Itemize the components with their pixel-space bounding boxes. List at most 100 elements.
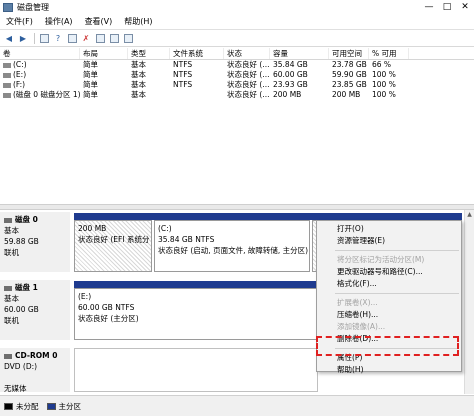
show-pane-icon[interactable] bbox=[66, 33, 78, 44]
capacity-cell: 35.84 GB bbox=[273, 60, 308, 69]
disk-status: 联机 bbox=[4, 248, 19, 257]
status-bar: 未分配 主分区 bbox=[0, 395, 474, 416]
menu-bar: 文件(F) 操作(A) 查看(V) 帮助(H) bbox=[0, 14, 474, 30]
capacity-cell: 60.00 GB bbox=[273, 70, 308, 79]
type-cell: 基本 bbox=[131, 80, 146, 89]
volume-name: (F:) bbox=[13, 80, 26, 89]
percent-free-cell: 100 % bbox=[372, 90, 396, 99]
layout-cell: 简单 bbox=[83, 70, 98, 79]
toolbar: ◀ ▶ ? ✗ bbox=[0, 30, 474, 47]
checklist-icon[interactable] bbox=[94, 33, 106, 44]
disk-icon bbox=[4, 217, 12, 223]
cdrom-icon bbox=[4, 353, 12, 359]
volume-cell: (磁盘 0 磁盘分区 1) bbox=[0, 90, 80, 100]
menu-help[interactable]: 帮助(H) bbox=[317, 364, 461, 376]
legend-unallocated: 未分配 bbox=[16, 401, 39, 411]
percent-free-cell: 100 % bbox=[372, 80, 396, 89]
menu-mark-active: 将分区标记为活动分区(M) bbox=[337, 255, 425, 264]
volume-name: (C:) bbox=[13, 60, 27, 69]
partition-status: 状态良好 (主分区) bbox=[78, 314, 139, 323]
disk-name: 磁盘 0 bbox=[15, 215, 38, 224]
delete-icon[interactable]: ✗ bbox=[80, 33, 92, 44]
header-percent-free[interactable]: % 可用 bbox=[369, 48, 409, 59]
type-cell: 基本 bbox=[131, 70, 146, 79]
menu-format[interactable]: 格式化(F)... bbox=[317, 278, 461, 290]
table-row[interactable]: (F:) 简单 基本 NTFS 状态良好 (... 23.93 GB 23.85… bbox=[0, 80, 474, 90]
menu-explorer[interactable]: 资源管理器(E) bbox=[317, 235, 461, 247]
partition-status: 状态良好 (启动, 页面文件, 故障转储, 主分区) bbox=[158, 246, 309, 255]
disk-status: 无媒体 bbox=[4, 384, 27, 393]
disk-1-label[interactable]: 磁盘 1 基本 60.00 GB 联机 bbox=[0, 280, 70, 340]
forward-icon[interactable]: ▶ bbox=[17, 33, 29, 44]
list-view-icon[interactable] bbox=[122, 33, 134, 44]
disk-type: DVD (D:) bbox=[4, 362, 38, 371]
minimize-button[interactable]: — bbox=[420, 0, 438, 14]
cdrom-label[interactable]: CD-ROM 0 DVD (D:) 无媒体 bbox=[0, 348, 70, 393]
type-cell: 基本 bbox=[131, 60, 146, 69]
drive-icon bbox=[3, 92, 11, 98]
menu-action[interactable]: 操作(A) bbox=[39, 14, 79, 30]
menu-open[interactable]: 打开(O) bbox=[317, 223, 461, 235]
volume-table: 卷 布局 类型 文件系统 状态 容量 可用空间 % 可用 (C:) 简单 基本 … bbox=[0, 48, 474, 204]
filesystem-cell: NTFS bbox=[173, 70, 193, 79]
partition-size: 200 MB bbox=[78, 224, 107, 233]
partition-drive: (C:) bbox=[158, 224, 172, 233]
disk-map-scrollbar[interactable]: ▲ bbox=[464, 210, 474, 394]
menu-change-drive-letter[interactable]: 更改驱动器号和路径(C)... bbox=[317, 266, 461, 278]
disk-name: 磁盘 1 bbox=[15, 283, 38, 292]
maximize-button[interactable]: □ bbox=[438, 0, 456, 14]
menu-separator bbox=[335, 293, 459, 294]
free-space-cell: 200 MB bbox=[332, 90, 361, 99]
legend-primary: 主分区 bbox=[58, 401, 82, 411]
partition-e[interactable]: (E:) 60.00 GB NTFS 状态良好 (主分区) bbox=[74, 288, 318, 340]
menu-view[interactable]: 查看(V) bbox=[79, 14, 119, 30]
table-row[interactable]: (磁盘 0 磁盘分区 1) 简单 基本 状态良好 (... 200 MB 200… bbox=[0, 90, 474, 100]
partition-efi[interactable]: 200 MB 状态良好 (EFI 系统分 bbox=[74, 220, 152, 272]
menu-file[interactable]: 文件(F) bbox=[0, 14, 39, 30]
table-row[interactable]: (E:) 简单 基本 NTFS 状态良好 (... 60.00 GB 59.90… bbox=[0, 70, 474, 80]
layout-cell: 简单 bbox=[83, 80, 98, 89]
disk-management-icon bbox=[3, 2, 13, 12]
close-button[interactable]: ✕ bbox=[456, 0, 474, 14]
volume-cell: (C:) bbox=[0, 60, 80, 70]
header-volume[interactable]: 卷 bbox=[0, 48, 80, 59]
header-type[interactable]: 类型 bbox=[128, 48, 170, 59]
window-controls: — □ ✕ bbox=[420, 0, 474, 14]
menu-shrink-volume[interactable]: 压缩卷(H)... bbox=[317, 309, 461, 321]
type-cell: 基本 bbox=[131, 90, 146, 99]
disk-type: 基本 bbox=[4, 226, 19, 235]
disk-status: 联机 bbox=[4, 316, 19, 325]
header-free-space[interactable]: 可用空间 bbox=[329, 48, 369, 59]
layout-cell: 简单 bbox=[83, 90, 98, 99]
header-capacity[interactable]: 容量 bbox=[270, 48, 329, 59]
volume-cell: (E:) bbox=[0, 70, 80, 80]
partition-bar bbox=[74, 213, 314, 220]
delete-volume-highlight-box bbox=[316, 336, 459, 356]
header-status[interactable]: 状态 bbox=[224, 48, 270, 59]
menu-separator bbox=[335, 250, 459, 251]
scroll-up-icon[interactable]: ▲ bbox=[465, 210, 474, 220]
disk-type: 基本 bbox=[4, 294, 19, 303]
cdrom-area[interactable] bbox=[74, 348, 318, 392]
properties-icon[interactable] bbox=[108, 33, 120, 44]
primary-partition-swatch bbox=[46, 402, 56, 410]
unallocated-swatch bbox=[4, 402, 13, 410]
volume-cell: (F:) bbox=[0, 80, 80, 90]
title-bar: 磁盘管理 — □ ✕ bbox=[0, 0, 474, 14]
back-icon[interactable]: ◀ bbox=[3, 33, 15, 44]
filesystem-cell bbox=[170, 90, 224, 100]
disk-0-label[interactable]: 磁盘 0 基本 59.88 GB 联机 bbox=[0, 212, 70, 272]
filesystem-cell: NTFS bbox=[173, 80, 193, 89]
console-tree-icon[interactable] bbox=[38, 33, 50, 44]
toolbar-separator bbox=[34, 32, 35, 44]
status-cell: 状态良好 (... bbox=[227, 70, 270, 79]
partition-size: 60.00 GB NTFS bbox=[78, 303, 135, 312]
header-layout[interactable]: 布局 bbox=[80, 48, 128, 59]
disk-name: CD-ROM 0 bbox=[15, 351, 58, 360]
partition-drive: (E:) bbox=[78, 292, 92, 301]
partition-c[interactable]: (C:) 35.84 GB NTFS 状态良好 (启动, 页面文件, 故障转储,… bbox=[154, 220, 310, 272]
table-row[interactable]: (C:) 简单 基本 NTFS 状态良好 (... 35.84 GB 23.78… bbox=[0, 60, 474, 70]
menu-help[interactable]: 帮助(H) bbox=[118, 14, 158, 30]
help-icon[interactable]: ? bbox=[52, 33, 64, 44]
header-filesystem[interactable]: 文件系统 bbox=[170, 48, 224, 59]
